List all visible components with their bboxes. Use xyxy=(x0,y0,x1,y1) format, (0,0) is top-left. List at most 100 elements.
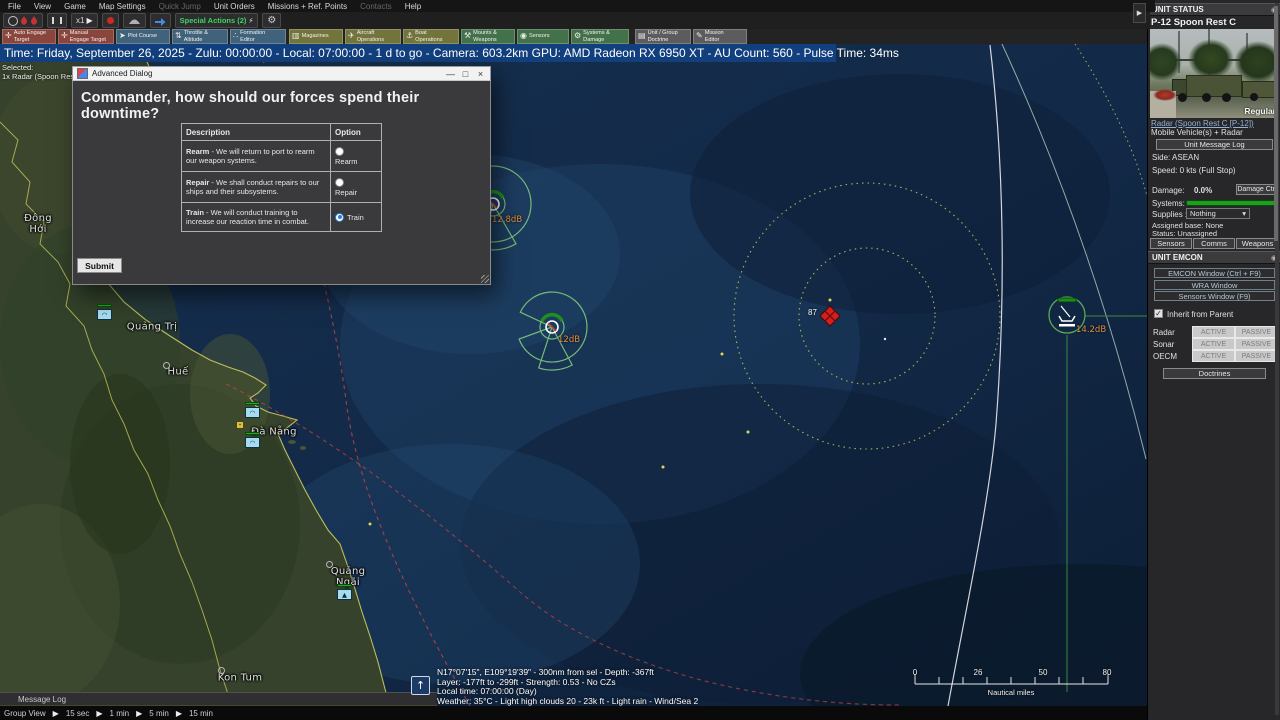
unit-message-log-button[interactable]: Unit Message Log xyxy=(1156,139,1273,150)
play-icon: ▶ xyxy=(176,709,182,718)
unit-class-link[interactable]: Radar (Spoon Rest C [P-12]) xyxy=(1151,119,1254,128)
supplies-dropdown[interactable]: Nothing ▾ xyxy=(1186,208,1250,219)
toolbar-button-sensors[interactable]: ◉Sensors xyxy=(517,29,569,44)
speed-1-min-button[interactable]: 1 min xyxy=(110,709,130,718)
menu-unit-orders[interactable]: Unit Orders xyxy=(214,2,255,11)
cursor-info-icon: ↑ xyxy=(411,676,430,695)
speed-5-min-button[interactable]: 5 min xyxy=(149,709,169,718)
toolbar-button-formation-editor[interactable]: ∴Formation Editor xyxy=(230,29,286,44)
menu-view[interactable]: View xyxy=(34,2,51,11)
pause-button[interactable] xyxy=(47,13,67,28)
weapons-icon: ⚒ xyxy=(464,32,471,41)
sonar-active-button[interactable]: ACTIVE xyxy=(1192,338,1235,350)
emcon-row-label-radar: Radar xyxy=(1153,328,1175,337)
toolbar-button-aircraft-operations[interactable]: ✈Aircraft Operations xyxy=(345,29,401,44)
radio-label: Train xyxy=(347,213,364,222)
sidebar-scrollbar[interactable] xyxy=(1275,3,1279,715)
record-button[interactable] xyxy=(102,13,119,28)
unit-icon-radar-quang-tri[interactable]: ◠ xyxy=(97,309,112,320)
button-label: Aircraft Operations xyxy=(357,30,384,42)
toolbar-button-boat-operations[interactable]: ⚓Boat Operations xyxy=(403,29,459,44)
blue-arrow-icon xyxy=(155,16,166,26)
oecm-passive-button[interactable]: PASSIVE xyxy=(1235,350,1278,362)
jump-button[interactable] xyxy=(150,13,171,28)
menu-file[interactable]: File xyxy=(8,2,21,11)
wheel xyxy=(1250,93,1258,101)
time-compression-button[interactable]: x1 ▶ xyxy=(71,13,98,28)
toolbar-button-throttle-altitude[interactable]: ⇅Throttle & Altitude xyxy=(172,29,228,44)
sonar-passive-button[interactable]: PASSIVE xyxy=(1235,338,1278,350)
submit-button[interactable]: Submit xyxy=(77,258,122,273)
assignment-status: Status: Unassigned xyxy=(1152,229,1217,238)
toolbar-scroll-arrow[interactable]: ▶ xyxy=(1133,3,1146,23)
unit-photo: Regular xyxy=(1150,29,1279,118)
resize-grip[interactable] xyxy=(481,275,489,283)
sensors-window-button[interactable]: Sensors Window (F9) xyxy=(1154,291,1275,301)
close-button[interactable]: × xyxy=(473,69,488,79)
toolbar-button-magazines[interactable]: ▥Magazines xyxy=(289,29,343,44)
message-log-bar[interactable]: Message Log xyxy=(0,692,437,706)
inherit-from-parent-checkbox[interactable]: ✓ xyxy=(1154,309,1163,318)
menu-missions-ref-points[interactable]: Missions + Ref. Points xyxy=(268,2,347,11)
time-engine-button[interactable] xyxy=(3,13,43,28)
toolbar-button-auto-engage-target[interactable]: ✛Auto Engage Target xyxy=(2,29,56,44)
toolbar-button-mounts-weapons[interactable]: ⚒Mounts & Weapons xyxy=(461,29,515,44)
airfield-icon-da-nang[interactable]: ▪ xyxy=(236,421,244,429)
play-icon: ▶ xyxy=(86,16,92,25)
menu-help[interactable]: Help xyxy=(405,2,421,11)
oecm-active-button[interactable]: ACTIVE xyxy=(1192,350,1235,362)
tab-sensors[interactable]: Sensors xyxy=(1150,238,1192,249)
toolbar-button-manual-engage-target[interactable]: ✛Manual Engage Target xyxy=(58,29,114,44)
speed-15-sec-button[interactable]: 15 sec xyxy=(66,709,90,718)
scale-label-80: 80 xyxy=(1103,668,1112,677)
wra-window-button[interactable]: WRA Window xyxy=(1154,280,1275,290)
unit-icon-facility-quang-ngai[interactable]: ▲ xyxy=(337,589,352,600)
speed-15-min-button[interactable]: 15 min xyxy=(189,709,213,718)
unit-status-sidebar: UNIT STATUS ◉ P-12 Spoon Rest C Regular … xyxy=(1147,0,1280,720)
course-icon: ➤ xyxy=(119,32,126,41)
scale-label-26: 26 xyxy=(974,668,983,677)
contact-label-hostile: 87 xyxy=(808,308,817,317)
toolbar-button-plot-course[interactable]: ➤Plot Course xyxy=(116,29,170,44)
toolbar-button-unit-group-doctrine[interactable]: ▤Unit / Group Doctrine xyxy=(635,29,691,44)
unit-status-header[interactable]: UNIT STATUS ◉ xyxy=(1148,3,1280,16)
radar-active-button[interactable]: ACTIVE xyxy=(1192,326,1235,338)
emcon-window-button[interactable]: EMCON Window (Ctrl + F9) xyxy=(1154,268,1275,278)
unit-emcon-header[interactable]: UNIT EMCON ◉ xyxy=(1148,251,1280,264)
maximize-button[interactable]: □ xyxy=(458,69,473,79)
settings-button[interactable]: ⚙ xyxy=(262,13,281,28)
contact-label-selected: 14.2dB xyxy=(1076,325,1106,335)
time-compression-bar: Group View ▶ 15 sec ▶ 1 min ▶ 5 min ▶ 15… xyxy=(0,706,1151,720)
damage-ctrl-button[interactable]: Damage Ctrl xyxy=(1236,184,1278,195)
minimize-button[interactable]: — xyxy=(443,69,458,79)
cursor-status-readout: N17°07'15", E109°19'39" - 300nm from sel… xyxy=(437,668,698,706)
toolbar-button-systems-damage[interactable]: ⚙Systems & Damage xyxy=(571,29,629,44)
group-view-button[interactable]: Group View xyxy=(4,709,46,718)
table-row-rearm: Rearm - We will return to port to rearm … xyxy=(182,141,382,172)
time-status-bar: Time: Friday, September 26, 2025 - Zulu:… xyxy=(0,44,836,62)
unit-icon-radar-da-nang-1[interactable]: ◠ xyxy=(245,407,260,418)
dialog-title-bar[interactable]: Advanced Dialog — □ × xyxy=(72,66,491,80)
special-actions-button[interactable]: Special Actions (2) ⚡ xyxy=(175,13,259,28)
radio-repair[interactable] xyxy=(335,178,344,187)
radar-passive-button[interactable]: PASSIVE xyxy=(1235,326,1278,338)
tab-comms[interactable]: Comms xyxy=(1193,238,1235,249)
toolbar-button-mission-editor[interactable]: ✎Mission Editor xyxy=(693,29,747,44)
event-camera-button[interactable] xyxy=(123,13,146,28)
unit-icon-radar-da-nang-2[interactable]: ◠ xyxy=(245,437,260,448)
radio-rearm[interactable] xyxy=(335,147,344,156)
radio-train[interactable] xyxy=(335,213,344,222)
radio-label: Rearm xyxy=(335,157,358,166)
doctrines-button[interactable]: Doctrines xyxy=(1163,368,1266,379)
systems-label: Systems: xyxy=(1152,199,1185,208)
magazine-icon: ▥ xyxy=(292,32,300,41)
table-row-repair: Repair - We shall conduct repairs to our… xyxy=(182,172,382,203)
scrollbar-thumb[interactable] xyxy=(1274,6,1278,241)
button-label: Mounts & Weapons xyxy=(473,30,497,42)
proficiency-badge: Regular xyxy=(1244,106,1276,116)
record-icon xyxy=(107,17,114,24)
menu-game[interactable]: Game xyxy=(64,2,86,11)
gear-icon: ⚙ xyxy=(267,15,276,26)
menu-map-settings[interactable]: Map Settings xyxy=(99,2,146,11)
tab-weapons[interactable]: Weapons xyxy=(1236,238,1279,249)
